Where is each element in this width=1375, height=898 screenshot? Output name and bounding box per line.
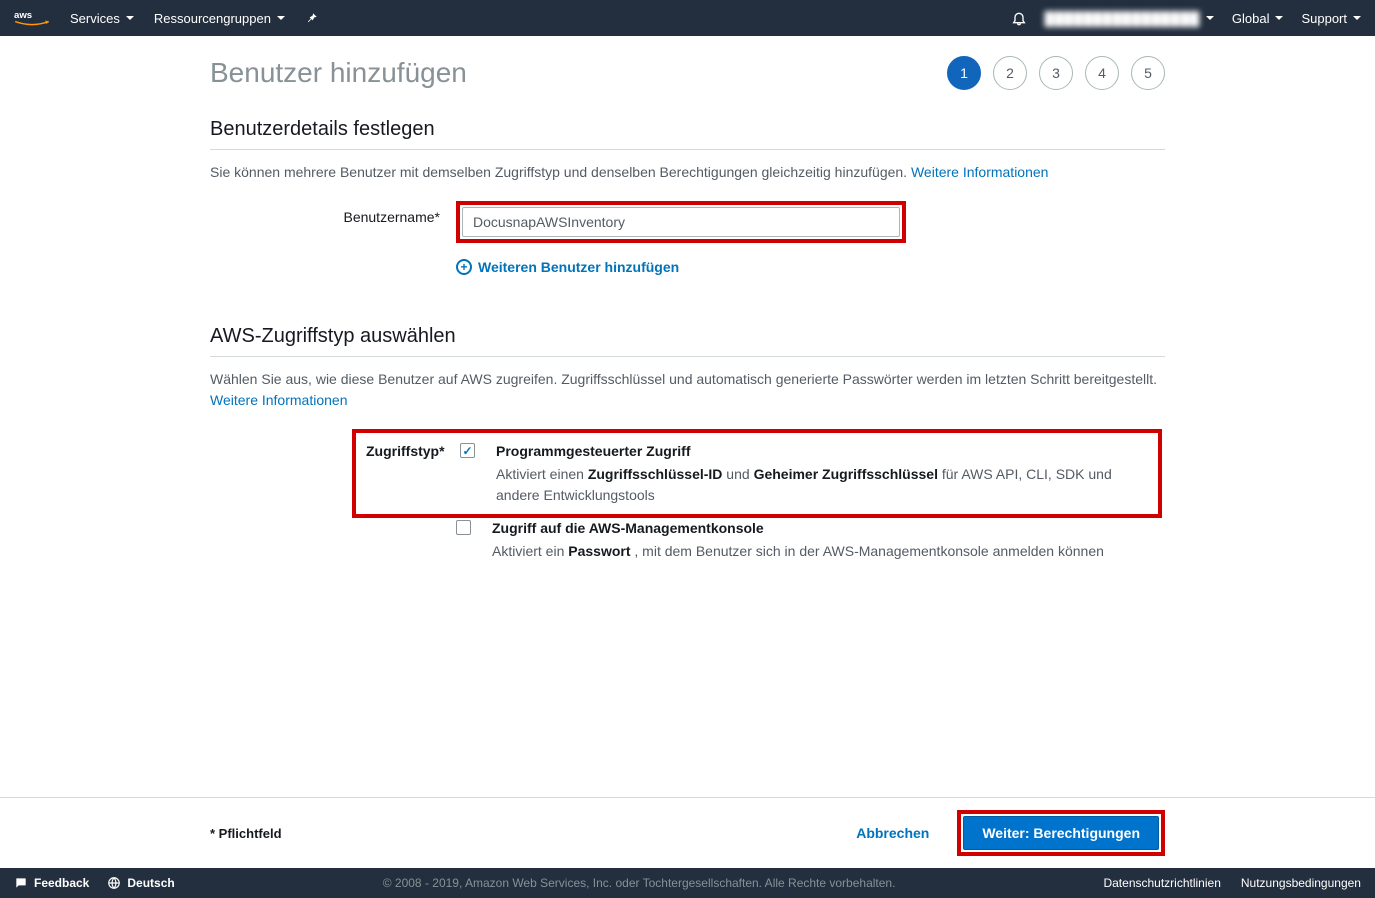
nav-resource-groups[interactable]: Ressourcengruppen <box>154 11 285 26</box>
privacy-link[interactable]: Datenschutzrichtlinien <box>1103 876 1220 890</box>
page-title: Benutzer hinzufügen <box>210 57 467 89</box>
opt2-b1: Passwort <box>568 543 630 559</box>
nav-account[interactable]: ████████████████ <box>1045 11 1214 26</box>
wizard-steps: 1 2 3 4 5 <box>947 56 1165 90</box>
pin-icon[interactable] <box>305 11 319 25</box>
opt1-b1: Zugriffsschlüssel-ID <box>588 466 723 482</box>
checkbox-console-access[interactable] <box>456 520 471 535</box>
aws-logo[interactable]: aws <box>14 8 50 28</box>
opt2-title: Zugriff auf die AWS-Managementkonsole <box>492 518 1162 539</box>
more-info-link-2[interactable]: Weitere Informationen <box>210 392 347 408</box>
cancel-button[interactable]: Abbrechen <box>844 817 941 849</box>
opt1-b2: Geheimer Zugriffsschlüssel <box>754 466 938 482</box>
step-5[interactable]: 5 <box>1131 56 1165 90</box>
terms-link[interactable]: Nutzungsbedingungen <box>1241 876 1361 890</box>
opt2-post: , mit dem Benutzer sich in der AWS-Manag… <box>631 543 1104 559</box>
caret-down-icon <box>277 16 285 20</box>
add-another-user-link[interactable]: + Weiteren Benutzer hinzufügen <box>456 259 1165 275</box>
opt1-mid: und <box>722 466 753 482</box>
access-type-label: Zugriffstyp* <box>366 441 444 459</box>
access-type-highlight: Zugriffstyp* Programmgesteuerter Zugriff… <box>352 429 1162 518</box>
copyright-text: © 2008 - 2019, Amazon Web Services, Inc.… <box>383 876 896 890</box>
username-label: Benutzername* <box>210 201 440 225</box>
caret-down-icon <box>1275 16 1283 20</box>
checkbox-programmatic-access[interactable] <box>460 443 475 458</box>
step-2[interactable]: 2 <box>993 56 1027 90</box>
nav-services[interactable]: Services <box>70 11 134 26</box>
section-user-details-heading: Benutzerdetails festlegen <box>210 118 1165 150</box>
opt1-pre: Aktiviert einen <box>496 466 588 482</box>
username-input[interactable] <box>462 207 900 237</box>
nav-region-label: Global <box>1232 11 1270 26</box>
step-3[interactable]: 3 <box>1039 56 1073 90</box>
section2-desc-text: Wählen Sie aus, wie diese Benutzer auf A… <box>210 371 1157 387</box>
language-selector[interactable]: Deutsch <box>107 876 174 890</box>
footer: Feedback Deutsch © 2008 - 2019, Amazon W… <box>0 868 1375 898</box>
section-user-details-desc: Sie können mehrere Benutzer mit demselbe… <box>210 162 1165 183</box>
nav-resource-groups-label: Ressourcengruppen <box>154 11 271 26</box>
feedback-label: Feedback <box>34 876 89 890</box>
caret-down-icon <box>1353 16 1361 20</box>
caret-down-icon <box>1206 16 1214 20</box>
svg-text:aws: aws <box>14 10 32 21</box>
step-4[interactable]: 4 <box>1085 56 1119 90</box>
more-info-link[interactable]: Weitere Informationen <box>911 164 1048 180</box>
plus-circle-icon: + <box>456 259 472 275</box>
next-button-highlight: Weiter: Berechtigungen <box>957 810 1165 856</box>
nav-support[interactable]: Support <box>1301 11 1361 26</box>
caret-down-icon <box>126 16 134 20</box>
nav-account-label: ████████████████ <box>1045 11 1200 26</box>
nav-services-label: Services <box>70 11 120 26</box>
add-another-user-label: Weiteren Benutzer hinzufügen <box>478 259 679 275</box>
opt2-pre: Aktiviert ein <box>492 543 568 559</box>
action-bar: * Pflichtfeld Abbrechen Weiter: Berechti… <box>0 797 1375 868</box>
top-nav: aws Services Ressourcengruppen █████████… <box>0 0 1375 36</box>
opt1-title: Programmgesteuerter Zugriff <box>496 441 1148 462</box>
required-field-note: * Pflichtfeld <box>210 826 282 841</box>
section-access-type-desc: Wählen Sie aus, wie diese Benutzer auf A… <box>210 369 1165 411</box>
main-content: Benutzer hinzufügen 1 2 3 4 5 Benutzerde… <box>0 36 1375 797</box>
language-label: Deutsch <box>127 876 174 890</box>
next-permissions-button[interactable]: Weiter: Berechtigungen <box>963 816 1159 850</box>
section-access-type-heading: AWS-Zugriffstyp auswählen <box>210 325 1165 357</box>
feedback-link[interactable]: Feedback <box>14 876 89 890</box>
step-1[interactable]: 1 <box>947 56 981 90</box>
nav-support-label: Support <box>1301 11 1347 26</box>
notifications-icon[interactable] <box>1011 10 1027 26</box>
username-highlight <box>456 201 906 243</box>
nav-region[interactable]: Global <box>1232 11 1284 26</box>
section1-desc-text: Sie können mehrere Benutzer mit demselbe… <box>210 164 907 180</box>
